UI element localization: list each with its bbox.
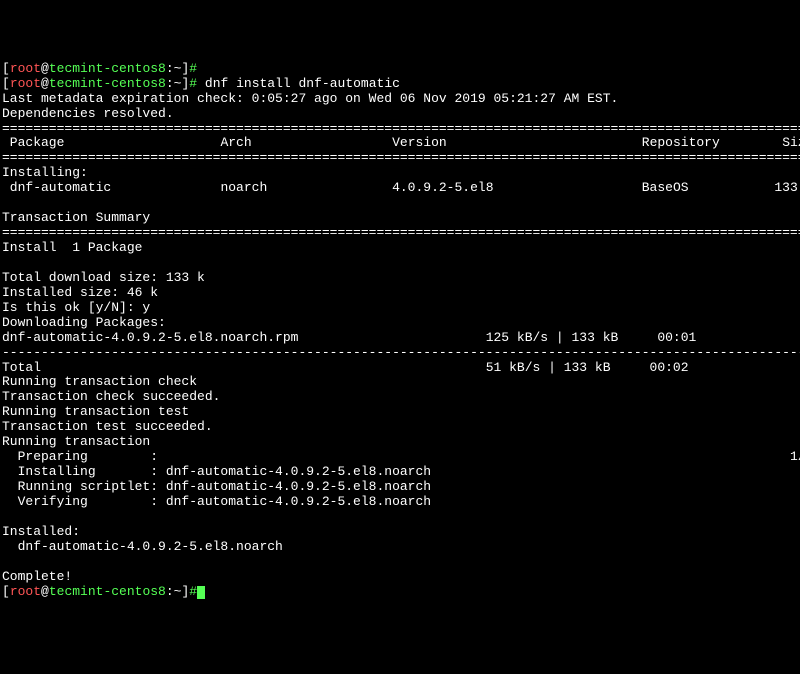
col-arch: Arch	[220, 135, 251, 150]
total-time: 00:02	[650, 360, 689, 375]
download-file: dnf-automatic-4.0.9.2-5.el8.noarch.rpm	[2, 330, 298, 345]
prompt-line-3[interactable]: [root@tecmint-centos8:~]#	[2, 585, 798, 600]
deps-resolved: Dependencies resolved.	[2, 107, 798, 122]
complete: Complete!	[2, 570, 798, 585]
prompt-line-1: [root@tecmint-centos8:~]#	[2, 62, 798, 77]
pkg-repo: BaseOS	[642, 180, 689, 195]
pkg-arch: noarch	[220, 180, 267, 195]
col-size: Size	[782, 135, 800, 150]
trans-summary: Transaction Summary	[2, 211, 798, 226]
installed-size: Installed size: 46 k	[2, 286, 798, 301]
download-speed: 125 kB/s | 133 kB	[486, 330, 619, 345]
col-repository: Repository	[642, 135, 720, 150]
confirm-prompt[interactable]: Is this ok [y/N]: y	[2, 301, 798, 316]
running-trans: Running transaction	[2, 435, 798, 450]
step-installing: Installing : dnf-automatic-4.0.9.2-5.el8…	[2, 465, 798, 480]
metadata-line: Last metadata expiration check: 0:05:27 …	[2, 92, 798, 107]
total-label: Total	[2, 360, 41, 375]
blank	[2, 555, 798, 570]
installed-label: Installed:	[2, 525, 798, 540]
separator: ========================================…	[2, 226, 798, 241]
dash-separator: ----------------------------------------…	[2, 346, 798, 361]
command-text: dnf install dnf-automatic	[197, 76, 400, 91]
cursor-icon	[197, 586, 205, 599]
separator: ========================================…	[2, 151, 798, 166]
table-header: Package Arch Version Repository Size	[2, 136, 798, 151]
blank	[2, 196, 798, 211]
pkg-size: 133 k	[774, 180, 800, 195]
col-version: Version	[392, 135, 447, 150]
check-ok: Transaction check succeeded.	[2, 390, 798, 405]
step-verifying: Verifying : dnf-automatic-4.0.9.2-5.el8.…	[2, 495, 798, 510]
running-test: Running transaction test	[2, 405, 798, 420]
pkg-version: 4.0.9.2-5.el8	[392, 180, 493, 195]
downloading-label: Downloading Packages:	[2, 316, 798, 331]
total-speed: 51 kB/s | 133 kB	[478, 360, 611, 375]
separator: ========================================…	[2, 122, 798, 137]
download-time: 00:01	[657, 330, 696, 345]
blank	[2, 510, 798, 525]
step-preparing: Preparing : 1/1	[2, 450, 798, 465]
step-scriptlet: Running scriptlet: dnf-automatic-4.0.9.2…	[2, 480, 798, 495]
test-ok: Transaction test succeeded.	[2, 420, 798, 435]
running-check: Running transaction check	[2, 375, 798, 390]
prompt-line-2[interactable]: [root@tecmint-centos8:~]# dnf install dn…	[2, 77, 798, 92]
installed-pkg: dnf-automatic-4.0.9.2-5.el8.noarch	[2, 540, 798, 555]
progress: 1/1	[790, 449, 800, 464]
download-size: Total download size: 133 k	[2, 271, 798, 286]
blank	[2, 256, 798, 271]
col-package: Package	[2, 135, 64, 150]
total-row: Total 51 kB/s | 133 kB 00:02	[2, 361, 798, 376]
download-row: dnf-automatic-4.0.9.2-5.el8.noarch.rpm 1…	[2, 331, 798, 346]
pkg-name: dnf-automatic	[2, 180, 111, 195]
install-count: Install 1 Package	[2, 241, 798, 256]
package-row: dnf-automatic noarch 4.0.9.2-5.el8 BaseO…	[2, 181, 798, 196]
installing-label: Installing:	[2, 166, 798, 181]
